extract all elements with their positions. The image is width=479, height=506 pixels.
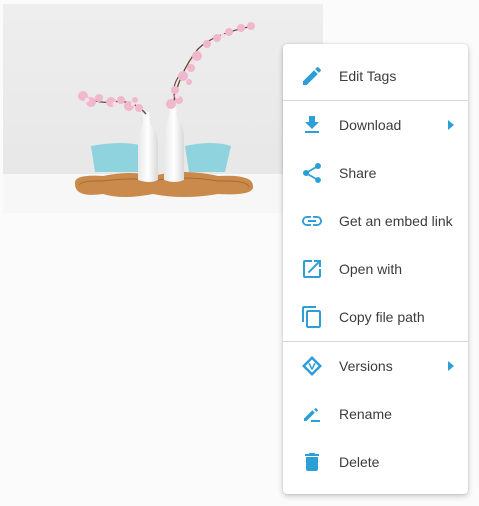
menu-item-label: Get an embed link — [339, 213, 453, 229]
submenu-arrow-icon — [446, 117, 456, 133]
menu-item-copy-file-path[interactable]: Copy file path — [283, 293, 468, 341]
download-icon — [300, 113, 324, 137]
menu-item-versions[interactable]: Versions — [283, 342, 468, 390]
context-menu: Edit Tags Download Share Get an embed li… — [283, 44, 468, 494]
menu-item-label: Share — [339, 165, 377, 181]
menu-item-delete[interactable]: Delete — [283, 438, 468, 486]
menu-item-edit-tags[interactable]: Edit Tags — [283, 52, 468, 100]
menu-item-label: Versions — [339, 358, 393, 374]
menu-item-label: Delete — [339, 454, 380, 470]
menu-item-rename[interactable]: Rename — [283, 390, 468, 438]
menu-item-label: Edit Tags — [339, 68, 397, 84]
trash-icon — [300, 450, 324, 474]
submenu-arrow-icon — [446, 358, 456, 374]
versions-icon — [300, 354, 324, 378]
link-icon — [300, 209, 324, 233]
rename-icon — [300, 402, 324, 426]
menu-item-open-with[interactable]: Open with — [283, 245, 468, 293]
vase-photo — [3, 4, 323, 213]
file-thumbnail[interactable] — [3, 4, 323, 213]
menu-item-download[interactable]: Download — [283, 101, 468, 149]
menu-item-label: Copy file path — [339, 309, 425, 325]
share-icon — [300, 161, 324, 185]
menu-item-label: Rename — [339, 406, 392, 422]
menu-item-share[interactable]: Share — [283, 149, 468, 197]
menu-item-label: Open with — [339, 261, 403, 277]
open-external-icon — [300, 257, 324, 281]
copy-icon — [300, 305, 324, 329]
menu-item-embed-link[interactable]: Get an embed link — [283, 197, 468, 245]
pencil-icon — [300, 64, 324, 88]
file-browser-canvas: Edit Tags Download Share Get an embed li… — [0, 0, 479, 506]
menu-item-label: Download — [339, 117, 402, 133]
